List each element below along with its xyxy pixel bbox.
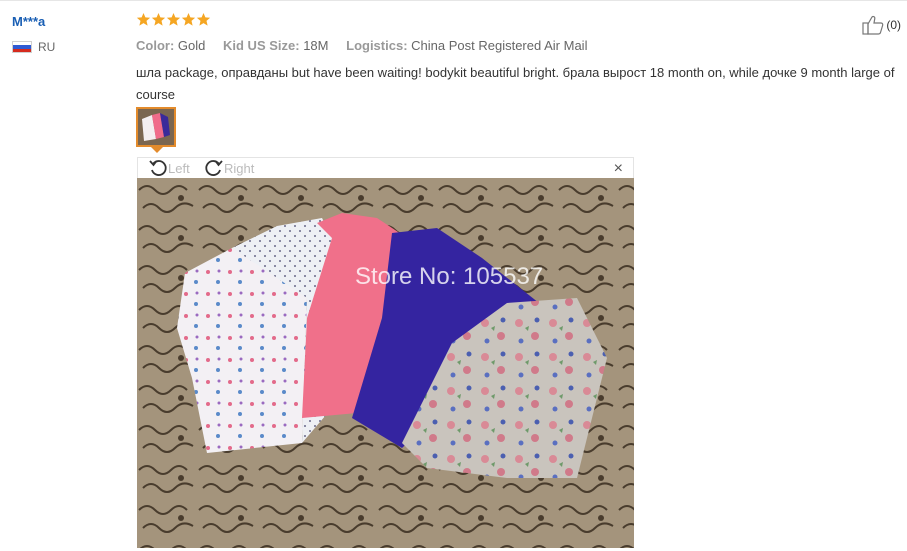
rotate-right-button[interactable]: Right	[204, 158, 254, 178]
star-icon	[136, 12, 151, 26]
review-text: шла package, оправданы but have been wai…	[136, 65, 895, 102]
attr-size: Kid US Size: 18M	[223, 38, 329, 53]
order-attributes: Color: Gold Kid US Size: 18M Logistics: …	[136, 38, 601, 53]
russia-flag-icon	[12, 41, 32, 53]
attr-color: Color: Gold	[136, 38, 206, 53]
close-viewer-button[interactable]: ×	[614, 159, 623, 179]
reviewer-info: M***a RU	[12, 14, 55, 54]
store-watermark: Store No: 105537	[355, 263, 544, 290]
rotate-left-button[interactable]: Left	[148, 158, 190, 178]
country-code: RU	[38, 40, 56, 54]
helpful-count: (0)	[886, 18, 901, 32]
star-rating	[136, 12, 211, 27]
image-viewer-toolbar: Left Right ×	[137, 157, 634, 178]
helpful-button[interactable]: (0)	[862, 15, 901, 35]
rotate-left-icon	[149, 160, 167, 176]
star-icon	[181, 12, 196, 26]
rotate-right-icon	[205, 160, 223, 176]
top-divider	[0, 0, 907, 1]
star-icon	[196, 12, 211, 26]
attr-logistics: Logistics: China Post Registered Air Mai…	[346, 38, 588, 53]
star-icon	[166, 12, 181, 26]
review-photo: Store No: 105537	[137, 178, 634, 548]
thumbnail-pointer	[151, 147, 163, 153]
reviewer-name[interactable]: M***a	[12, 14, 55, 30]
review-photo-thumbnail[interactable]	[136, 107, 176, 147]
star-icon	[151, 12, 166, 26]
reviewer-country: RU	[12, 40, 55, 54]
thumbs-up-icon	[862, 15, 884, 35]
